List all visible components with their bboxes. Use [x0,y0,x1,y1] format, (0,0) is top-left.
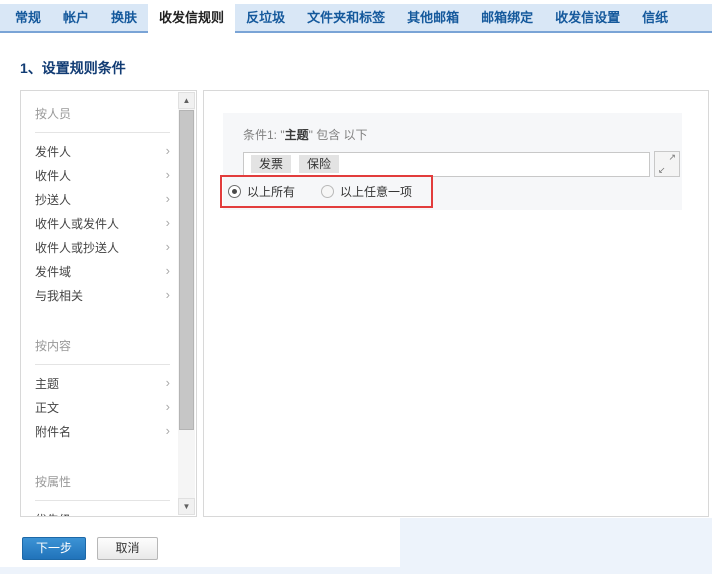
tab-send-receive-settings[interactable]: 收发信设置 [544,4,631,31]
radio-label: 以上任意一项 [340,183,412,200]
group-title-by-attribute: 按属性 [35,473,178,490]
keywords-input[interactable]: 发票 保险 [243,152,650,177]
sidebar-item-cc[interactable]: 抄送人 › [35,187,178,211]
button-bar: 下一步 取消 [0,518,400,567]
settings-tab-bar: 常规 帐户 换肤 收发信规则 反垃圾 文件夹和标签 其他邮箱 邮箱绑定 收发信设… [0,4,712,33]
tab-stationery[interactable]: 信纸 [631,4,679,31]
chevron-right-icon: › [166,507,170,516]
chevron-right-icon: › [166,395,170,419]
radio-checked-icon[interactable] [228,185,241,198]
red-highlight-box: 以上所有 以上任意一项 [220,175,433,208]
radio-option-match-all[interactable]: 以上所有 [228,183,295,200]
keyword-tag: 保险 [299,155,339,173]
chevron-right-icon: › [166,419,170,443]
radio-unchecked-icon[interactable] [321,185,334,198]
condition-label: 条件1: "主题" 包含 以下 [223,113,682,143]
sidebar-item-recipient-or-cc[interactable]: 收件人或抄送人 › [35,235,178,259]
condition-label-suffix: " 包含 以下 [309,128,368,142]
scroll-up-icon[interactable]: ▲ [178,92,195,109]
chevron-right-icon: › [166,211,170,235]
condition-subject: 主题 [285,128,309,142]
scroll-down-icon[interactable]: ▼ [178,498,195,515]
condition-1-box: 条件1: "主题" 包含 以下 发票 保险 ↗ ↙ 以上所有 [223,113,682,210]
group-title-by-person: 按人员 [35,105,178,122]
divider [35,132,170,133]
chevron-right-icon: › [166,235,170,259]
condition-label-prefix: 条件1: " [243,128,285,142]
step-heading: 1、设置规则条件 [20,58,126,78]
chevron-right-icon: › [166,283,170,307]
tab-general[interactable]: 常规 [4,4,52,31]
settings-page: 常规 帐户 换肤 收发信规则 反垃圾 文件夹和标签 其他邮箱 邮箱绑定 收发信设… [0,0,712,574]
sidebar-item-subject[interactable]: 主题 › [35,371,178,395]
sidebar-item-sender[interactable]: 发件人 › [35,139,178,163]
divider [35,500,170,501]
tab-mail-rules[interactable]: 收发信规则 [148,4,235,33]
chevron-right-icon: › [166,187,170,211]
chevron-right-icon: › [166,259,170,283]
sidebar-item-attachment-name[interactable]: 附件名 › [35,419,178,443]
next-step-button[interactable]: 下一步 [22,537,86,560]
chevron-right-icon: › [166,163,170,187]
tab-folders-labels[interactable]: 文件夹和标签 [296,4,396,31]
sidebar-item-priority[interactable]: 优先级 › [35,507,178,516]
sidebar-item-recipient[interactable]: 收件人 › [35,163,178,187]
condition-panel: 条件1: "主题" 包含 以下 发票 保险 ↗ ↙ 以上所有 [203,90,709,517]
sidebar-item-recipient-or-sender[interactable]: 收件人或发件人 › [35,211,178,235]
sidebar-item-body[interactable]: 正文 › [35,395,178,419]
sidebar-scrollbar[interactable]: ▲ ▼ [178,92,195,515]
chevron-right-icon: › [166,139,170,163]
scrollbar-thumb[interactable] [179,110,194,430]
tab-antispam[interactable]: 反垃圾 [235,4,296,31]
tab-mailbox-binding[interactable]: 邮箱绑定 [470,4,544,31]
sidebar-item-sender-domain[interactable]: 发件域 › [35,259,178,283]
cancel-button[interactable]: 取消 [97,537,158,560]
sidebar-item-related-to-me[interactable]: 与我相关 › [35,283,178,307]
expand-input-button[interactable]: ↗ ↙ [654,151,680,177]
tab-other-mailboxes[interactable]: 其他邮箱 [396,4,470,31]
condition-category-sidebar: 按人员 发件人 › 收件人 › 抄送人 › 收件人或发件人 › [20,90,197,517]
expand-icon: ↙ [658,165,666,176]
chevron-right-icon: › [166,371,170,395]
radio-option-match-any[interactable]: 以上任意一项 [321,183,412,200]
tab-account[interactable]: 帐户 [52,4,100,31]
expand-icon: ↗ [668,152,676,163]
group-title-by-content: 按内容 [35,337,178,354]
radio-label: 以上所有 [247,183,295,200]
divider [35,364,170,365]
tab-skin[interactable]: 换肤 [100,4,148,31]
keyword-tag: 发票 [251,155,291,173]
